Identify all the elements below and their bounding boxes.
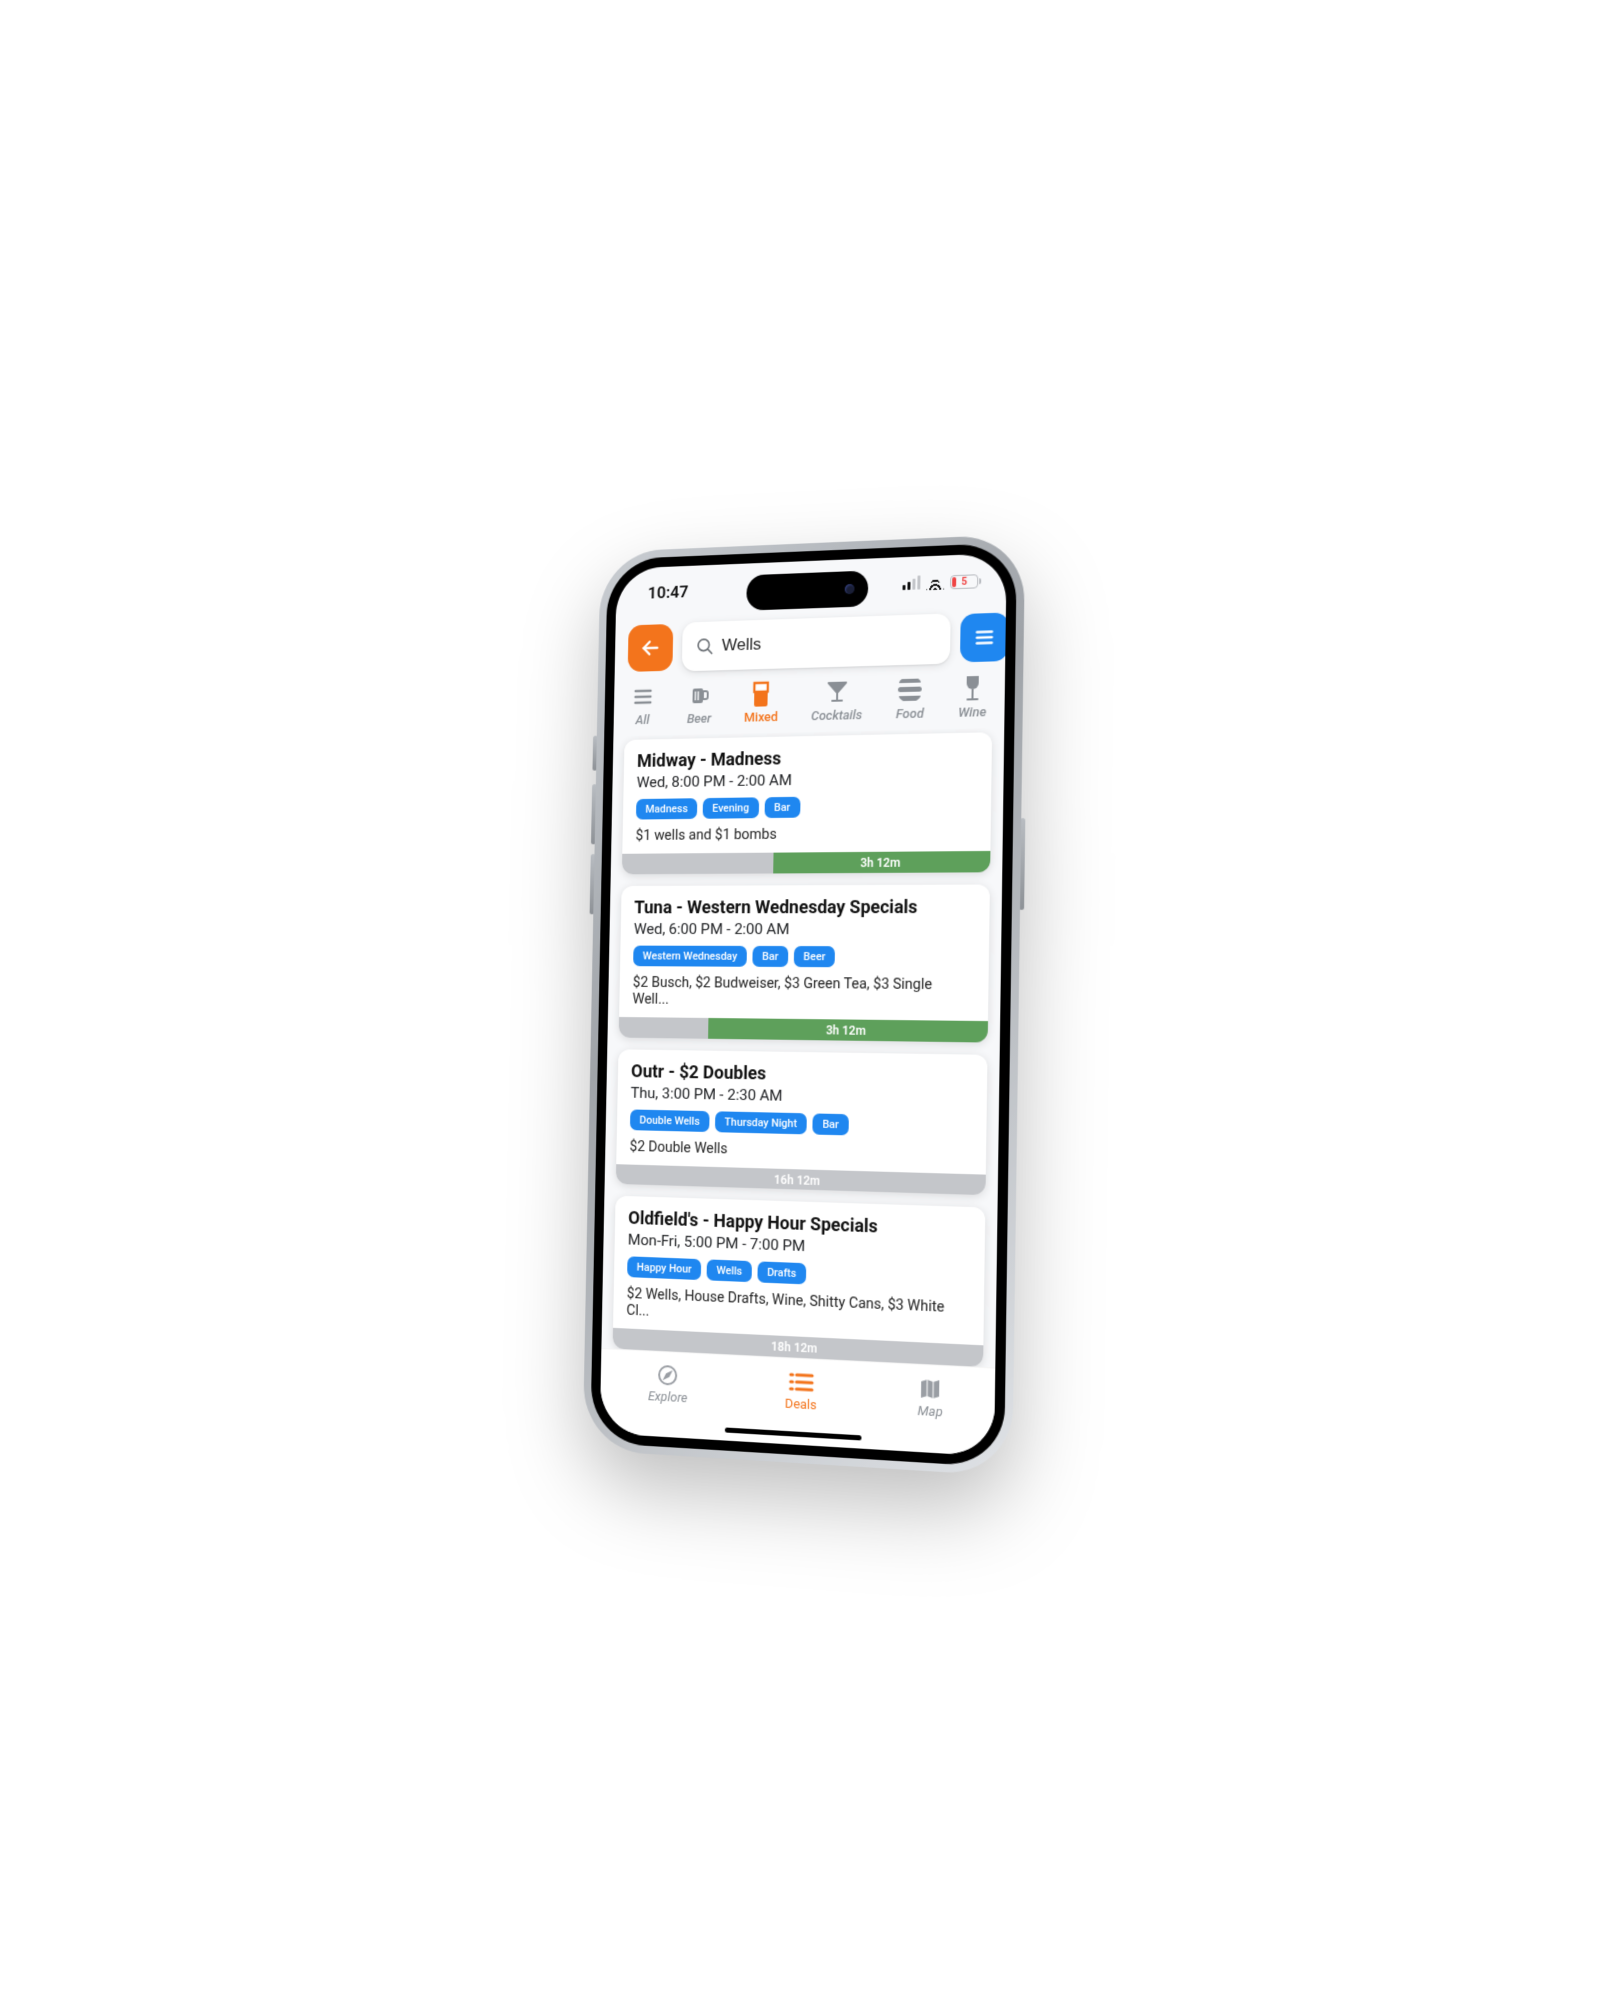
countdown-label: 3h 12m — [860, 856, 900, 870]
deal-tag[interactable]: Happy Hour — [627, 1257, 701, 1281]
wine-icon — [959, 675, 985, 702]
status-time: 10:47 — [648, 582, 689, 603]
deal-card[interactable]: Outr - $2 Doubles Thu, 3:00 PM - 2:30 AM… — [616, 1049, 988, 1196]
wifi-icon — [926, 576, 944, 591]
deal-time: Wed, 8:00 PM - 2:00 AM — [637, 768, 978, 791]
category-tab-all[interactable]: All — [630, 684, 655, 728]
deal-time: Thu, 3:00 PM - 2:30 AM — [631, 1083, 973, 1108]
deal-description: $2 Double Wells — [629, 1137, 972, 1163]
cellular-signal-icon — [902, 577, 920, 590]
all-icon — [631, 684, 656, 710]
deal-card[interactable]: Oldfield's - Happy Hour Specials Mon-Fri… — [613, 1196, 986, 1367]
category-label: Cocktails — [811, 708, 862, 724]
deal-tag[interactable]: Double Wells — [630, 1109, 710, 1132]
nav-deals[interactable]: Deals — [785, 1370, 817, 1413]
category-label: Mixed — [744, 710, 778, 726]
countdown-label: 3h 12m — [826, 1023, 866, 1038]
countdown-bar: 3h 12m — [622, 851, 991, 874]
category-label: All — [635, 713, 649, 728]
nav-label: Map — [917, 1404, 942, 1421]
app-screen: 10:47 5 — [600, 553, 1007, 1457]
deal-tag[interactable]: Bar — [752, 946, 788, 967]
search-input[interactable] — [722, 629, 937, 656]
hamburger-icon — [973, 626, 995, 649]
search-icon — [695, 636, 714, 656]
category-label: Beer — [687, 712, 712, 727]
category-tab-beer[interactable]: Beer — [687, 682, 712, 727]
countdown-label: 16h 12m — [774, 1172, 820, 1187]
deal-tag[interactable]: Western Wednesday — [633, 945, 747, 966]
deal-description: $1 wells and $1 bombs — [635, 824, 976, 844]
deal-time: Wed, 6:00 PM - 2:00 AM — [634, 920, 976, 938]
nav-map[interactable]: Map — [917, 1377, 944, 1420]
deal-tags: Double WellsThursday NightBar — [630, 1109, 973, 1138]
deals-icon — [788, 1370, 814, 1394]
category-tabs: All Beer Mixed Cocktails Food Wine — [613, 672, 1005, 736]
deal-description: $2 Wells, House Drafts, Wine, Shitty Can… — [626, 1285, 970, 1334]
nav-explore[interactable]: Explore — [648, 1363, 688, 1406]
deal-card[interactable]: Midway - Madness Wed, 8:00 PM - 2:00 AM … — [622, 732, 992, 874]
category-label: Food — [896, 707, 924, 723]
deal-tag[interactable]: Madness — [636, 798, 697, 819]
nav-label: Deals — [785, 1397, 817, 1414]
deal-tag[interactable]: Evening — [703, 797, 759, 818]
category-tab-food[interactable]: Food — [896, 676, 925, 722]
dynamic-island — [746, 571, 868, 611]
countdown-label: 18h 12m — [771, 1340, 818, 1356]
countdown-bar: 3h 12m — [619, 1017, 988, 1042]
category-tab-mixed[interactable]: Mixed — [744, 680, 779, 725]
map-icon — [917, 1377, 943, 1401]
deal-description: $2 Busch, $2 Budweiser, $3 Green Tea, $3… — [632, 974, 974, 1011]
beer-icon — [687, 682, 712, 708]
deal-tag[interactable]: Bar — [764, 797, 800, 818]
explore-icon — [656, 1364, 681, 1387]
deal-tag[interactable]: Bar — [812, 1113, 848, 1135]
deal-tag[interactable]: Thursday Night — [715, 1111, 807, 1134]
deals-list[interactable]: Midway - Madness Wed, 8:00 PM - 2:00 AM … — [601, 728, 1004, 1368]
deal-tag[interactable]: Beer — [794, 946, 836, 967]
phone-mockup: 10:47 5 — [583, 534, 1026, 1476]
food-icon — [897, 676, 923, 703]
mixed-icon — [749, 681, 774, 707]
category-tab-wine[interactable]: Wine — [958, 675, 987, 721]
battery-icon: 5 — [950, 574, 978, 589]
header — [614, 607, 1005, 682]
cocktails-icon — [824, 678, 850, 705]
deal-tags: Madness EveningBar — [636, 794, 977, 819]
deal-tags: Western WednesdayBar Beer — [633, 945, 975, 967]
nav-label: Explore — [648, 1389, 688, 1406]
arrow-left-icon — [640, 637, 661, 659]
deal-tag[interactable]: Drafts — [757, 1262, 806, 1285]
deal-tag[interactable]: Wells — [707, 1260, 752, 1283]
deal-tags: Happy Hour WellsDrafts — [627, 1257, 970, 1292]
category-tab-cocktails[interactable]: Cocktails — [811, 678, 863, 724]
category-label: Wine — [958, 705, 986, 721]
deal-title: Tuna - Western Wednesday Specials — [634, 897, 976, 918]
search-box[interactable] — [682, 613, 951, 671]
back-button[interactable] — [628, 624, 674, 672]
menu-button[interactable] — [960, 612, 1007, 662]
deal-title: Midway - Madness — [637, 745, 978, 772]
deal-card[interactable]: Tuna - Western Wednesday Specials Wed, 6… — [619, 884, 990, 1042]
